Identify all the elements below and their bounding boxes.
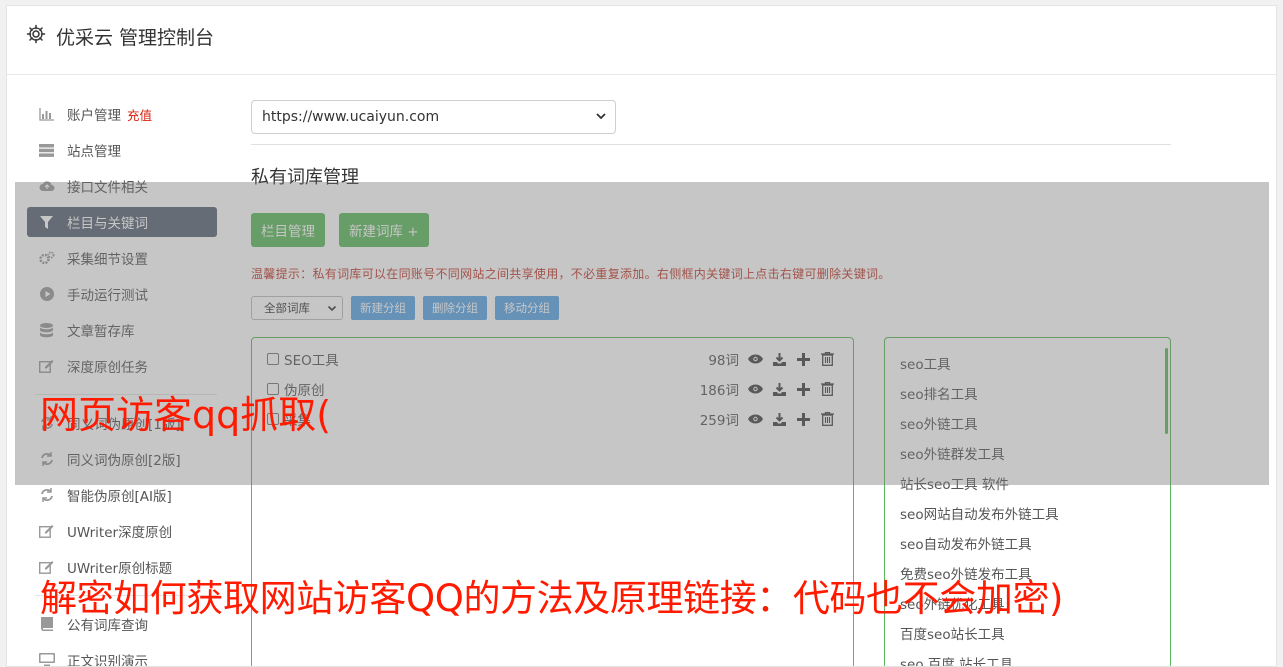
keyword-item[interactable]: seo网站自动发布外链工具 [885,498,1170,528]
gray-overlay [15,182,1269,485]
sidebar-item-label: 智能伪原创[AI版] [67,489,172,505]
gear-icon [26,24,46,44]
site-select-value: https://www.ucaiyun.com [262,109,440,125]
sidebar-item-account[interactable]: 账户管理 充值 [27,96,217,132]
monitor-icon [38,652,55,666]
refresh-icon [38,487,55,504]
sidebar-item-label: UWriter深度原创 [67,525,173,541]
sidebar-item-uwriter-deep[interactable]: UWriter深度原创 [27,513,217,549]
sidebar-item-label: 正文识别演示 [67,654,148,667]
recharge-link[interactable]: 充值 [127,105,152,124]
chevron-down-icon [596,113,606,120]
keyword-item[interactable]: 百度seo站长工具 [885,618,1170,648]
sidebar-item-sites[interactable]: 站点管理 [27,132,217,168]
divider [251,144,1171,145]
keyword-item[interactable]: seo 百度 站长工具 [885,648,1170,666]
sidebar-item-label: 站点管理 [67,144,121,160]
sidebar-item-label: 账户管理 [67,108,121,124]
page-title: 优采云 管理控制台 [56,27,215,49]
edit-icon [38,523,55,540]
sidebar-item-text-recognition[interactable]: 正文识别演示 [27,642,217,667]
bar-chart-icon [38,106,55,123]
keyword-item[interactable]: seo自动发布外链工具 [885,528,1170,558]
header: 优采云 管理控制台 [7,6,1276,75]
overlay-caption-2: 解密如何获取网站访客QQ的方法及原理链接：代码也不会加密) [40,577,1064,620]
site-select[interactable]: https://www.ucaiyun.com [251,100,616,134]
server-icon [38,142,55,159]
overlay-caption-1: 网页访客qq抓取( [40,393,332,437]
